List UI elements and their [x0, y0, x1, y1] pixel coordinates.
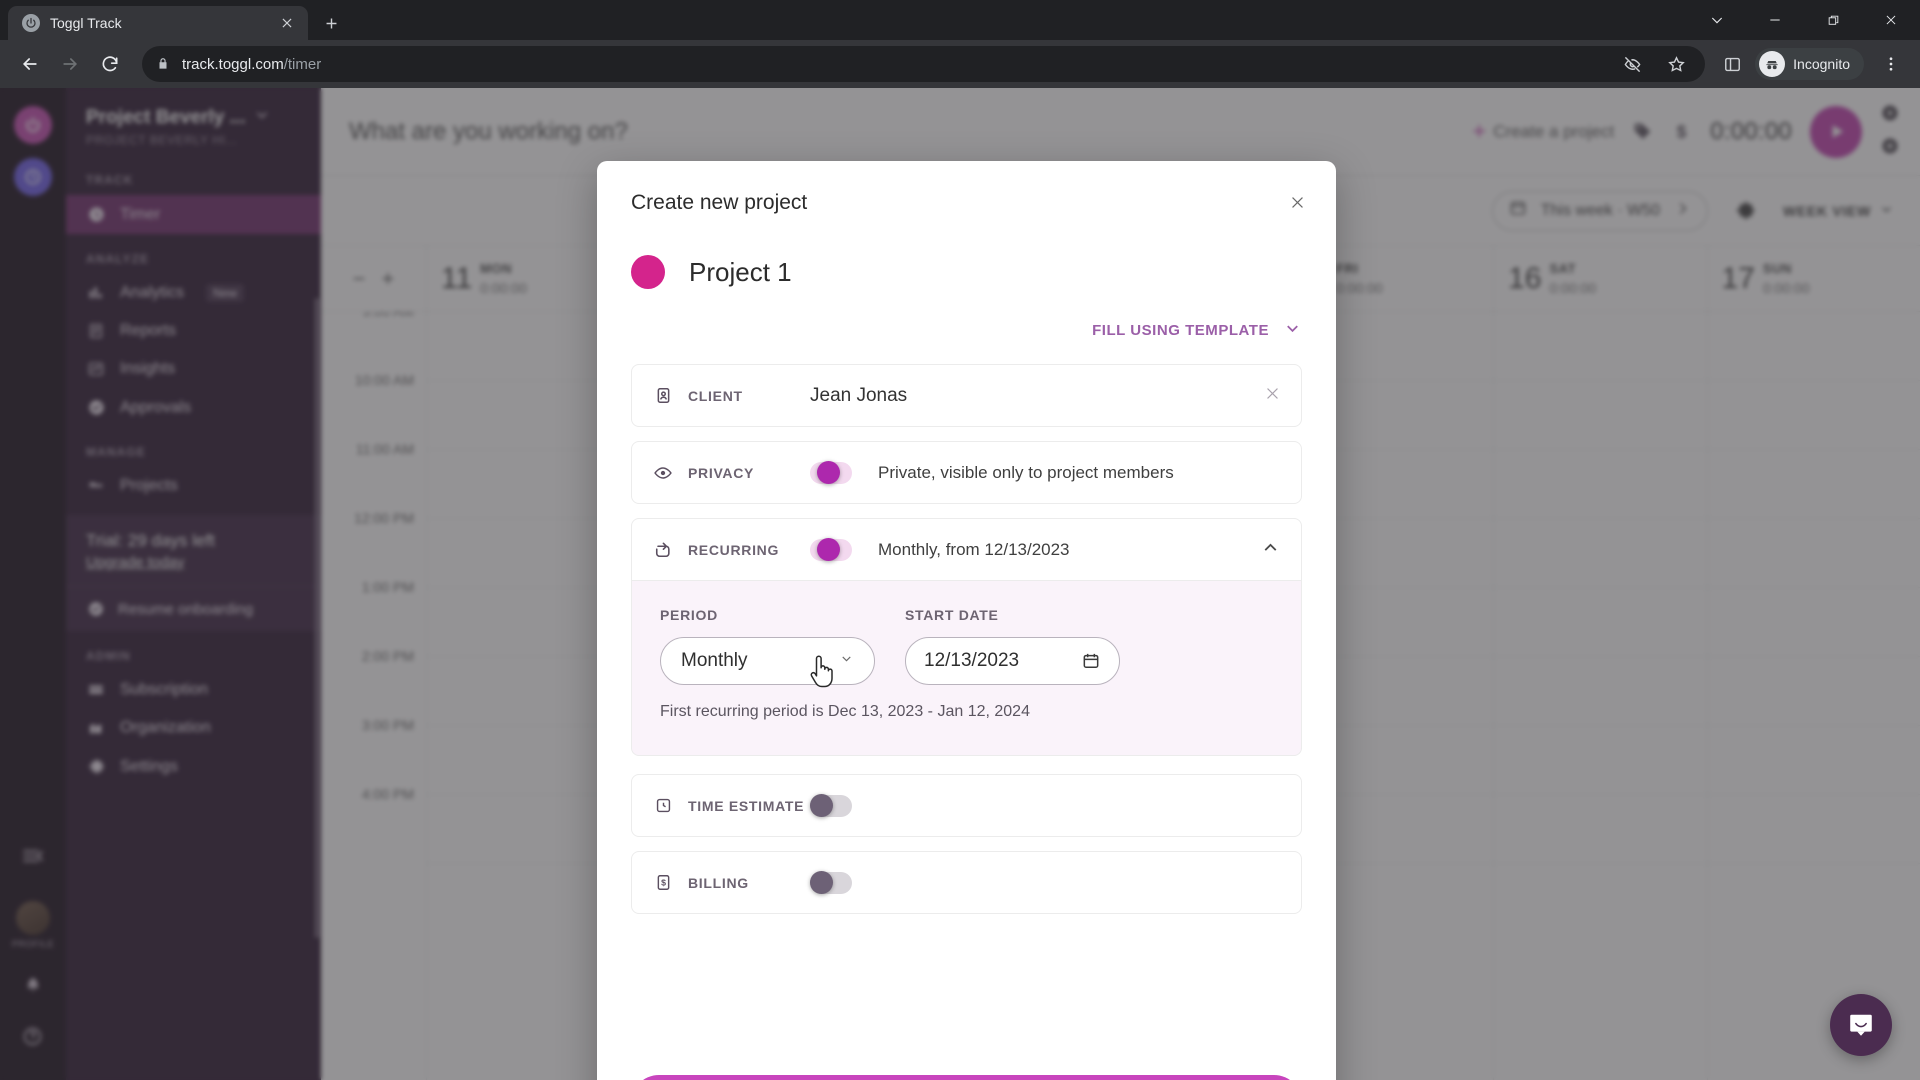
tab-title: Toggl Track	[50, 15, 122, 31]
contact-icon	[652, 386, 674, 405]
eye-off-icon[interactable]	[1617, 49, 1647, 79]
back-icon[interactable]	[12, 46, 48, 82]
new-tab-button[interactable]	[314, 6, 348, 40]
chevron-down-icon	[839, 650, 854, 672]
create-project-modal: Create new project Project 1 FILL USING …	[597, 161, 1336, 1080]
tab-strip: Toggl Track	[0, 0, 1920, 40]
maximize-button[interactable]	[1804, 0, 1862, 40]
power-icon	[22, 14, 40, 32]
fill-template-label: FILL USING TEMPLATE	[1092, 322, 1269, 339]
browser-toolbar: track.toggl.com/timer Incognito	[0, 40, 1920, 88]
privacy-toggle[interactable]	[810, 460, 852, 484]
project-name-input[interactable]: Project 1	[689, 257, 792, 288]
window-controls	[1688, 0, 1920, 40]
time-estimate-label: TIME ESTIMATE	[688, 797, 805, 814]
lock-icon	[156, 57, 170, 71]
start-date-label: START DATE	[905, 607, 999, 623]
intercom-chat-icon[interactable]	[1830, 994, 1892, 1056]
fill-using-template-button[interactable]: FILL USING TEMPLATE	[1092, 319, 1302, 342]
template-row: FILL USING TEMPLATE	[597, 289, 1336, 342]
period-label: PERIOD	[660, 607, 718, 623]
privacy-field[interactable]: PRIVACY Private, visible only to project…	[631, 441, 1302, 504]
period-value: Monthly	[681, 650, 748, 671]
incognito-label: Incognito	[1793, 56, 1850, 72]
time-estimate-toggle[interactable]	[810, 793, 852, 817]
modal-header: Create new project	[597, 161, 1336, 215]
chevron-up-icon[interactable]	[1260, 537, 1281, 563]
create-project-submit-button[interactable]: Create project	[631, 1075, 1302, 1080]
forward-icon[interactable]	[52, 46, 88, 82]
recurring-options-panel: PERIOD START DATE Monthly 12/13/2023 Fir…	[631, 581, 1302, 756]
start-date-value: 12/13/2023	[924, 650, 1020, 671]
client-value: Jean Jonas	[810, 384, 908, 406]
modal-body: CLIENT Jean Jonas PRIVACY Private, visib…	[597, 342, 1336, 1061]
chevron-down-icon[interactable]	[1688, 0, 1746, 40]
browser-tab[interactable]: Toggl Track	[8, 6, 308, 40]
client-label: CLIENT	[688, 387, 743, 404]
side-panel-icon[interactable]	[1717, 49, 1747, 79]
calendar-icon[interactable]	[1081, 651, 1101, 671]
bookmark-star-icon[interactable]	[1661, 49, 1691, 79]
recurring-field[interactable]: RECURRING Monthly, from 12/13/2023	[631, 518, 1302, 581]
browser-chrome: Toggl Track track.toggl.com/timer Incogn…	[0, 0, 1920, 88]
client-field[interactable]: CLIENT Jean Jonas	[631, 364, 1302, 427]
modal-footer: Create project	[597, 1061, 1336, 1080]
project-color-swatch[interactable]	[631, 255, 665, 289]
start-date-input[interactable]: 12/13/2023	[905, 637, 1120, 685]
incognito-icon	[1759, 51, 1786, 77]
url-path: /timer	[283, 55, 322, 73]
page-viewport: PROFILE Project Beverly ... PROJ	[0, 88, 1920, 1080]
close-icon[interactable]	[1282, 187, 1312, 217]
chevron-down-icon	[1283, 319, 1302, 342]
minimize-button[interactable]	[1746, 0, 1804, 40]
page-title: Create new project	[631, 191, 808, 214]
browser-menu-icon[interactable]	[1874, 47, 1908, 81]
eye-icon	[652, 463, 674, 483]
close-icon[interactable]	[276, 12, 298, 34]
recurring-label: RECURRING	[688, 541, 780, 558]
url-text: track.toggl.com/timer	[182, 56, 321, 73]
billing-toggle[interactable]	[810, 870, 852, 894]
address-bar[interactable]: track.toggl.com/timer	[142, 46, 1706, 82]
svg-text:$: $	[661, 878, 666, 888]
close-window-button[interactable]	[1862, 0, 1920, 40]
billing-icon: $	[652, 873, 674, 892]
project-name-row: Project 1	[597, 215, 1336, 289]
url-host: track.toggl.com	[182, 55, 284, 73]
billing-field[interactable]: $ BILLING	[631, 851, 1302, 914]
privacy-value: Private, visible only to project members	[878, 462, 1174, 482]
billing-label: BILLING	[688, 874, 749, 891]
clear-client-icon[interactable]	[1264, 385, 1281, 407]
recurring-period-note: First recurring period is Dec 13, 2023 -…	[660, 703, 1030, 720]
privacy-label: PRIVACY	[688, 464, 755, 481]
time-estimate-field[interactable]: TIME ESTIMATE	[631, 774, 1302, 837]
incognito-chip[interactable]: Incognito	[1755, 48, 1864, 80]
recurring-toggle[interactable]	[810, 537, 852, 561]
time-estimate-icon	[652, 796, 674, 815]
recurring-icon	[652, 540, 674, 560]
period-select[interactable]: Monthly	[660, 637, 875, 685]
recurring-value: Monthly, from 12/13/2023	[878, 539, 1070, 559]
reload-icon[interactable]	[92, 46, 128, 82]
